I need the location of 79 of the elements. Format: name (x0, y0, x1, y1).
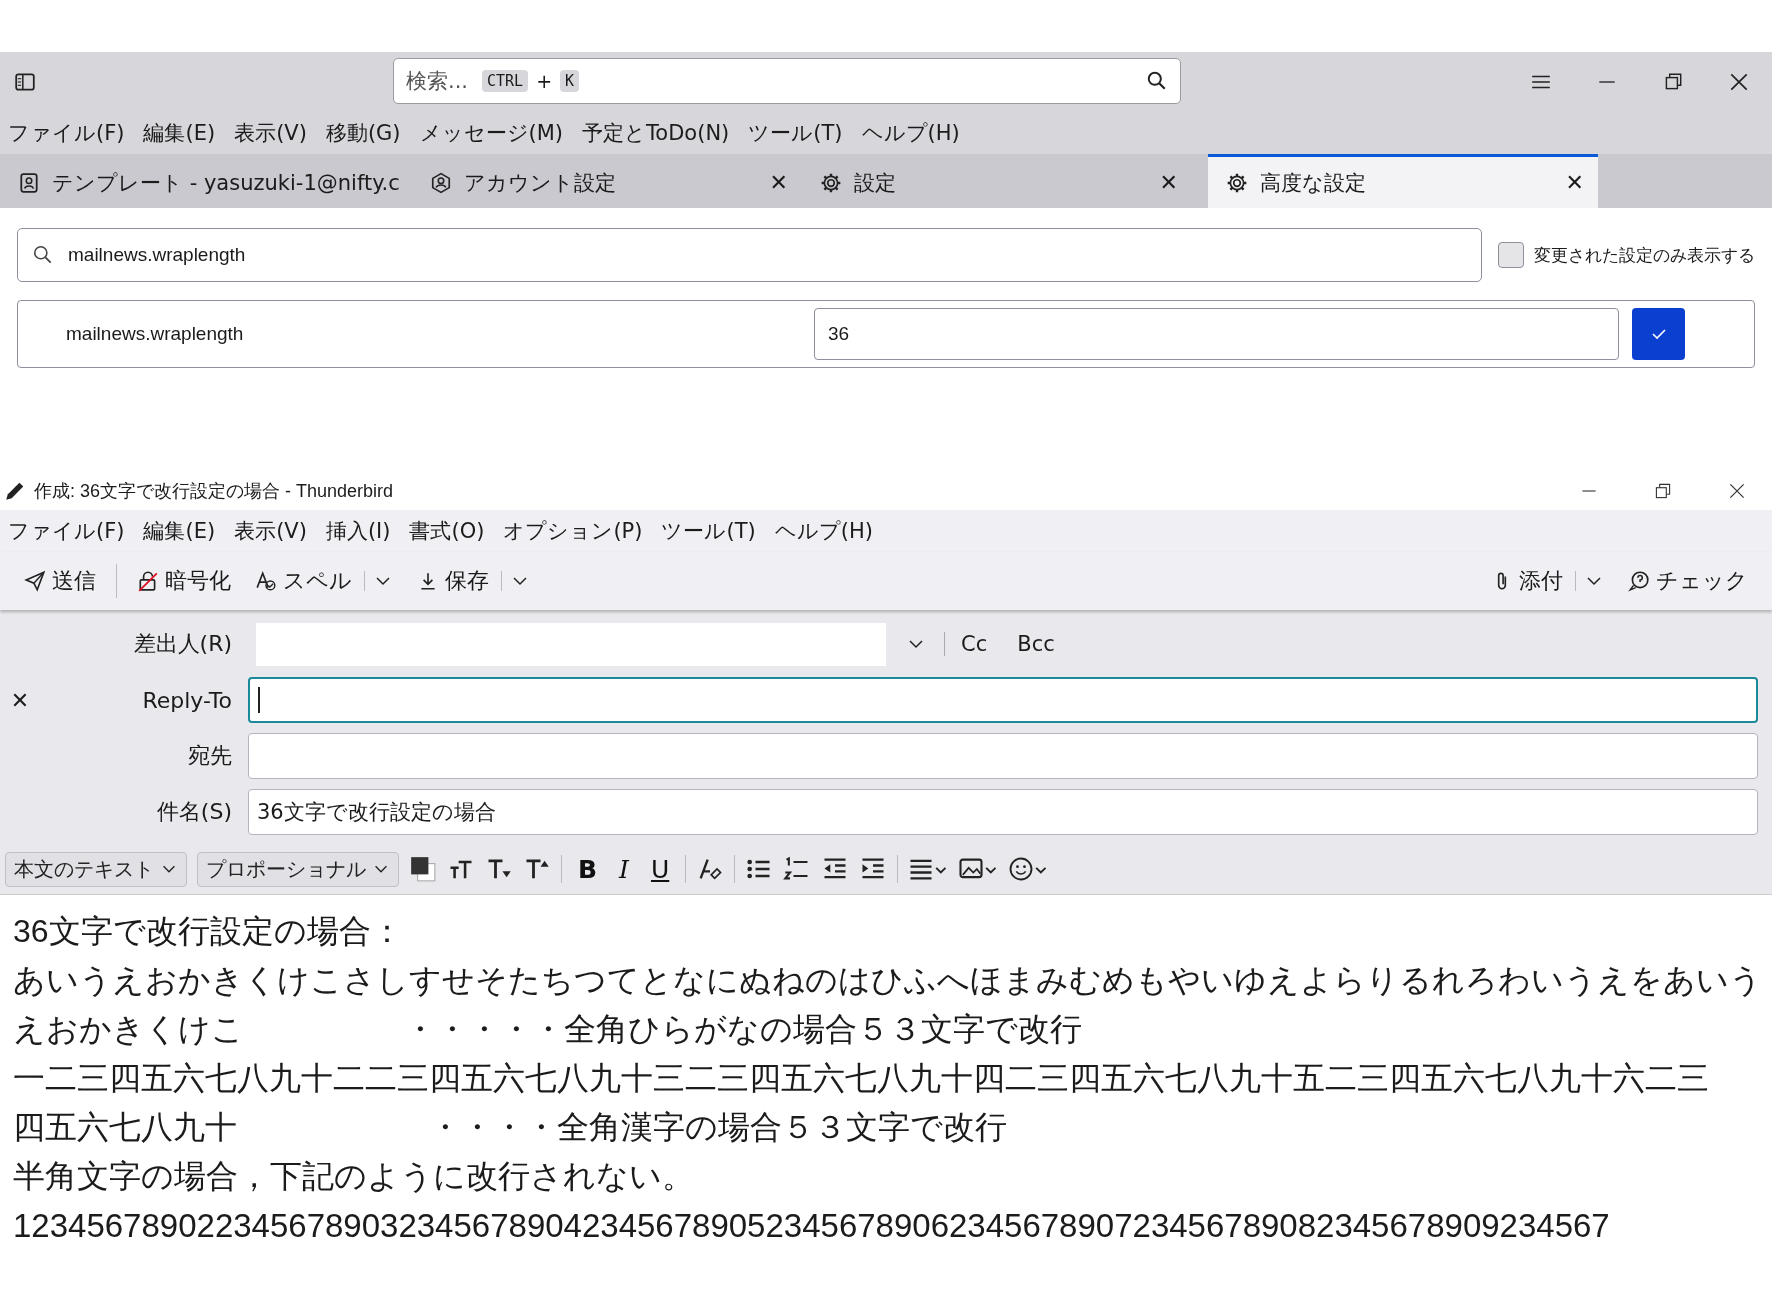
menu-item[interactable]: 編集(E) (143, 119, 216, 147)
menu-item[interactable]: オプション(P) (503, 517, 643, 545)
menu-item[interactable]: ファイル(F) (8, 119, 125, 147)
paragraph-format-select[interactable]: 本文のテキスト (5, 851, 187, 887)
spellcheck-icon (255, 570, 277, 592)
body-text-line: えおかきくけこ ・・・・・全角ひらがなの場合５３文字で改行 (13, 1010, 1083, 1049)
pencil-icon (4, 480, 26, 502)
close-tab-button[interactable]: ✕ (769, 170, 788, 195)
paper-plane-icon (24, 570, 46, 592)
contact-card-icon (18, 171, 40, 194)
menu-item[interactable]: ファイル(F) (8, 517, 125, 545)
menu-item[interactable]: ヘルプ(H) (774, 517, 873, 545)
gear-icon (820, 171, 842, 194)
field-label: 宛先 (187, 742, 233, 770)
menu-item[interactable]: 移動(G) (325, 119, 401, 147)
menu-item[interactable]: 表示(V) (234, 517, 307, 545)
menu-item[interactable]: 挿入(I) (325, 517, 391, 545)
dropdown-caret-icon[interactable] (501, 571, 530, 591)
dropdown-caret-icon[interactable] (1575, 571, 1604, 591)
account-icon (430, 171, 452, 194)
checkbox[interactable] (1498, 242, 1524, 268)
speech-bubble-icon (1628, 570, 1650, 592)
tab[interactable]: テンプレート - yasuzuki-1@nifty.c (0, 154, 412, 208)
menu-item[interactable]: 予定とToDo(N) (582, 119, 730, 147)
search-icon (1146, 70, 1168, 92)
search-icon (32, 244, 54, 266)
menu-item[interactable]: メッセージ(M) (419, 119, 564, 147)
search-field[interactable]: 検索... CTRL + K (393, 58, 1181, 104)
recipient-field[interactable] (248, 733, 1758, 779)
lock-button[interactable]: 暗号化 (127, 562, 241, 600)
attach-button[interactable]: 添付 (1481, 562, 1614, 600)
tab[interactable]: 設定 ✕ (802, 154, 1192, 208)
text-color-icon[interactable] (409, 855, 437, 883)
save-button[interactable]: 保存 (407, 562, 540, 600)
bold-button[interactable]: B (572, 854, 604, 884)
preference-name: mailnews.wraplength (66, 323, 245, 345)
emoji-icon[interactable] (1008, 855, 1049, 883)
menu-item[interactable]: 表示(V) (234, 119, 307, 147)
menu-item[interactable]: ツール(T) (661, 517, 756, 545)
shortcut-key: K (560, 70, 580, 92)
search-field[interactable]: mailnews.wraplength (17, 228, 1482, 282)
checkbox-label: 変更された設定のみ表示する (1534, 243, 1755, 267)
font-select[interactable]: プロポーショナル (197, 851, 399, 887)
subject-field[interactable]: 36文字で改行設定の場合 (248, 789, 1758, 835)
menu-item[interactable]: 書式(O) (409, 517, 485, 545)
check-button[interactable]: チェック (1618, 562, 1758, 600)
body-text-line: 123456789022345678903234567890423456789052345678906234567890723456789082345678909234567 (13, 1206, 1611, 1246)
field-label: 件名(S) (155, 798, 233, 826)
plus-sign: + (536, 70, 553, 92)
close-icon[interactable] (1728, 71, 1750, 93)
bcc-link[interactable]: Bcc (1017, 632, 1055, 656)
italic-button[interactable]: I (613, 854, 635, 884)
tab[interactable]: アカウント設定 ✕ (412, 154, 802, 208)
body-text-line: 半角文字の場合，下記のように改行されない。 (13, 1157, 695, 1196)
close-tab-button[interactable]: ✕ (1565, 170, 1584, 195)
field-label: Reply-To (141, 687, 233, 713)
body-text-line: あいうえおかきくけこさしすせそたちつてとなにぬねのはひふへほまみむめもやいゆえよらりるれろわいうえをあいう (13, 961, 1763, 1000)
menu-item[interactable]: 編集(E) (143, 517, 216, 545)
field-label: 差出人(R) (132, 630, 233, 658)
body-text-line: 一二三四五六七八九十二二三四五六七八九十三二三四五六七八九十四二三四五六七八九十五二三四五六七八九十六二三 (13, 1059, 1710, 1098)
cc-link[interactable]: Cc (961, 632, 988, 656)
window-title: 作成: 36文字で改行設定の場合 - Thunderbird (34, 480, 394, 503)
underline-button[interactable]: U (644, 854, 676, 884)
close-tab-button[interactable]: ✕ (1159, 170, 1178, 195)
remove-button[interactable]: ✕ (0, 687, 40, 713)
spell-button[interactable]: スペル (245, 562, 403, 600)
menu-item[interactable]: ヘルプ(H) (861, 119, 960, 147)
sidebar-icon[interactable] (14, 71, 36, 93)
send-button[interactable]: 送信 (14, 562, 106, 600)
reply-to-field[interactable] (248, 677, 1758, 723)
tab[interactable]: 高度な設定 ✕ (1208, 154, 1598, 208)
menu-item[interactable]: ツール(T) (748, 119, 843, 147)
shortcut-key: CTRL (482, 70, 529, 92)
dropdown-caret-icon[interactable] (364, 571, 393, 591)
value-field[interactable]: 36 (814, 308, 1619, 360)
body-text-line: 四五六七八九十 ・・・・全角漢字の場合５３文字で改行 (13, 1108, 1008, 1147)
lock-icon (137, 570, 159, 592)
gear-icon (1226, 171, 1248, 194)
body-text-line: 36文字で改行設定の場合： (13, 912, 404, 951)
